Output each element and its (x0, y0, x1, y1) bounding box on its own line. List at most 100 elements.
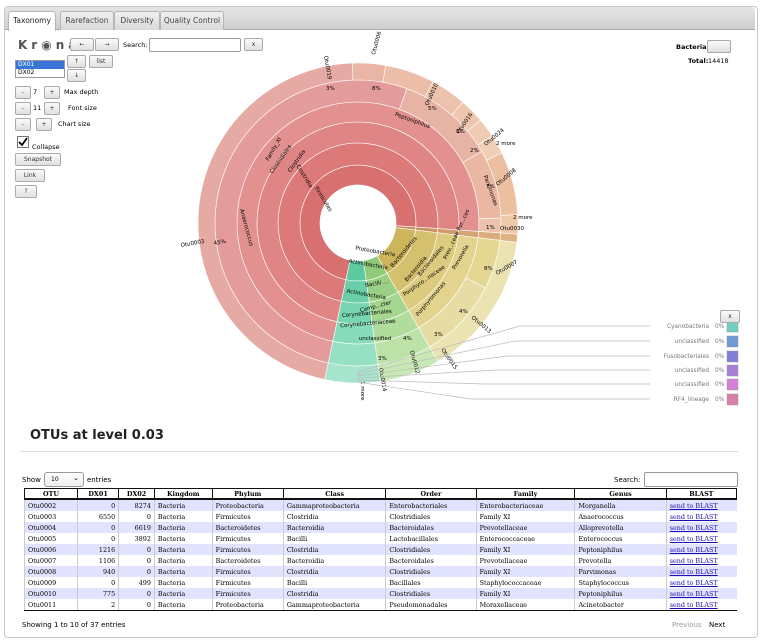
table-cell: Pseudomonadales (385, 599, 477, 611)
table-search-input[interactable] (644, 472, 738, 487)
table-cell: Bacilli (282, 533, 386, 544)
table-cell: Bacteria (153, 533, 213, 544)
legend-swatch[interactable] (726, 393, 739, 406)
legend-label[interactable]: unclassified (675, 382, 710, 388)
table-cell: Bacteroidia (282, 555, 386, 566)
table-cell: Gammaproteobacteria (282, 599, 386, 611)
send-to-blast-link[interactable]: send to BLAST (665, 555, 737, 566)
wedge-otu0019[interactable] (352, 62, 387, 83)
column-header[interactable]: Class (282, 488, 387, 500)
send-to-blast-link[interactable]: send to BLAST (665, 522, 737, 533)
column-header[interactable]: Order (385, 488, 477, 500)
table-row: Otu0006 1216 0 Bacteria Firmicutes Clostridia… (23, 544, 737, 555)
table-cell: Family XI (475, 566, 575, 577)
send-to-blast-link[interactable]: send to BLAST (665, 499, 737, 511)
column-header[interactable]: Family (475, 488, 576, 500)
table-cell: Otu0007 (23, 555, 78, 566)
legend-swatch[interactable] (726, 350, 739, 363)
table-cell: Otu0002 (23, 499, 78, 511)
wedge-label: 2 more (496, 141, 516, 147)
send-to-blast-link[interactable]: send to BLAST (665, 566, 737, 577)
table-cell: Clostridia (282, 511, 386, 522)
send-to-blast-link[interactable]: send to BLAST (665, 577, 737, 588)
table-cell: Peptoniphilus (574, 544, 667, 555)
column-header[interactable]: DX02 (118, 488, 155, 500)
table-cell: 2 (77, 599, 119, 611)
column-header[interactable]: Phylum (211, 488, 284, 500)
column-header[interactable]: DX01 (77, 488, 120, 500)
table-row: Otu0007 1106 0 Bacteria Bacteroidetes Bactero… (23, 555, 737, 566)
send-to-blast-link[interactable]: send to BLAST (665, 544, 737, 555)
table-cell: Clostridia (282, 544, 386, 555)
table-cell: 0 (118, 599, 155, 611)
table-cell: Moraxellaceae (475, 599, 575, 611)
legend-label[interactable]: unclassified (675, 368, 710, 374)
legend-swatch[interactable] (726, 378, 739, 391)
table-cell: Otu0008 (23, 566, 78, 577)
wedge-label: Otu0006 (371, 30, 383, 55)
table-cell: Clostridiales (385, 588, 477, 599)
table-cell: 775 (77, 588, 119, 599)
column-header[interactable]: Kingdom (153, 488, 213, 500)
table-row: Otu0003 6550 0 Bacteria Firmicutes Clostridia… (23, 511, 737, 522)
table-cell: Morganella (574, 499, 667, 511)
column-header[interactable]: Genus (574, 488, 667, 500)
table-cell: Proteobacteria (211, 499, 284, 511)
table-cell: 1106 (77, 555, 119, 566)
table-cell: Bacteroidia (282, 522, 386, 533)
table-info: Showing 1 to 10 of 37 entries (22, 621, 126, 629)
legend-swatch[interactable] (726, 335, 739, 348)
wedge-label: 1% (486, 225, 495, 231)
wedge-label: 1 more (359, 381, 365, 401)
legend-label[interactable]: unclassified (675, 339, 710, 345)
table-cell: Otu0003 (23, 511, 78, 522)
column-header[interactable]: OTU (23, 488, 79, 500)
wedge-actinobacteria-ring-5[interactable] (324, 362, 381, 384)
table-cell: 0 (77, 533, 119, 544)
next-page-button[interactable]: Next (709, 621, 725, 629)
legend-label[interactable]: Cyanobacteria (667, 324, 710, 330)
table-cell: Otu0010 (23, 588, 78, 599)
legend-pct: 0% (715, 324, 725, 330)
previous-page-button[interactable]: Previous (672, 621, 702, 629)
krona-sunburst-chart[interactable]: FirmicutesClostridiaClostridiaClostridia… (0, 0, 764, 420)
column-header[interactable]: BLAST (665, 488, 738, 500)
table-cell: 499 (118, 577, 155, 588)
send-to-blast-link[interactable]: send to BLAST (665, 533, 737, 544)
wedge-label: 2 more (513, 215, 533, 221)
table-cell: 0 (118, 511, 155, 522)
table-cell: Otu0011 (23, 599, 78, 611)
table-cell: Bacteroidetes (211, 522, 284, 533)
table-cell: Enterococcus (574, 533, 667, 544)
legend-label[interactable]: Fusobacteriales (664, 354, 709, 360)
table-cell: 940 (77, 566, 119, 577)
wedge-label: 3% (456, 129, 465, 135)
wedge-label: 4% (403, 336, 412, 342)
table-cell: Otu0006 (23, 544, 78, 555)
legend-close-button[interactable]: x (720, 310, 740, 323)
wedge-label: 8% (484, 266, 493, 272)
table-cell: Enterobacteriaceae (475, 499, 575, 511)
legend-pct: 0% (715, 397, 725, 403)
page-length-select[interactable]: 10 ⌄ (44, 472, 84, 487)
legend-pct: 0% (715, 339, 725, 345)
send-to-blast-link[interactable]: send to BLAST (665, 599, 737, 611)
table-cell: Family XI (475, 511, 575, 522)
wedge-actinobacteria-ring-4[interactable] (327, 341, 379, 367)
table-cell: 6550 (77, 511, 119, 522)
table-cell: Gammaproteobacteria (282, 499, 386, 511)
table-cell: Family XI (475, 588, 575, 599)
table-cell: Lactobacillales (385, 533, 477, 544)
legend-label[interactable]: RF4_lineage (674, 397, 710, 403)
table-cell: Acinetobacter (574, 599, 667, 611)
table-row: Otu0009 0 499 Bacteria Firmicutes Bacilli Baci… (23, 577, 737, 588)
table-cell: Bacteria (153, 566, 213, 577)
send-to-blast-link[interactable]: send to BLAST (665, 511, 737, 522)
table-cell: Clostridiales (385, 544, 477, 555)
table-cell: Firmicutes (211, 533, 284, 544)
legend-swatch[interactable] (726, 364, 739, 377)
table-header-row: OTU DX01 DX02 Kingdom Phylum Class Order Family… (23, 488, 738, 500)
send-to-blast-link[interactable]: send to BLAST (665, 588, 737, 599)
table-cell: Otu0004 (23, 522, 78, 533)
table-cell: 0 (118, 544, 155, 555)
